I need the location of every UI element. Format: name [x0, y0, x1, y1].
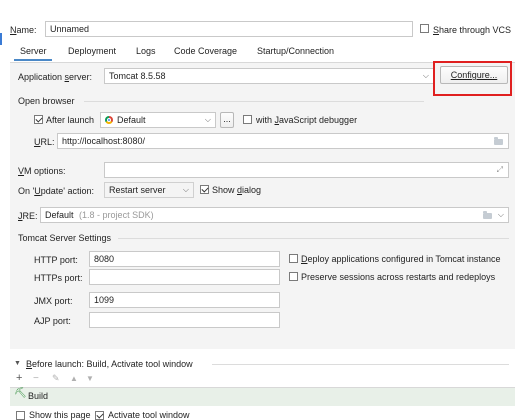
share-vcs-label: Share through VCS: [433, 25, 512, 35]
chrome-icon-center: [107, 118, 111, 122]
tab-code-coverage[interactable]: Code Coverage: [174, 46, 237, 56]
build-hammer-icon: ⛏: [14, 388, 27, 399]
show-page-label: Show this page: [29, 410, 91, 420]
after-launch-checkbox[interactable]: [34, 115, 43, 124]
chevron-down-icon: ⌵: [422, 71, 429, 80]
tab-logs[interactable]: Logs: [136, 46, 156, 56]
jmx-port-label: JMX port:: [34, 296, 73, 306]
before-launch-label[interactable]: Before launch: Build, Activate tool wind…: [26, 359, 193, 369]
before-launch-divider: [212, 364, 509, 365]
jmx-port-input[interactable]: 1099: [89, 292, 280, 308]
jre-label: JRE:: [18, 211, 38, 221]
app-server-select[interactable]: Tomcat 8.5.58 ⌵: [104, 68, 434, 84]
preserve-sessions-checkbox[interactable]: [289, 272, 298, 281]
ajp-port-label: AJP port:: [34, 316, 71, 326]
deploy-apps-checkbox[interactable]: [289, 254, 298, 263]
on-update-label: On 'Update' action:: [18, 186, 94, 196]
jre-value: Default: [45, 210, 74, 220]
https-port-label: HTTPs port:: [34, 273, 83, 283]
tab-server-underline: [14, 59, 52, 61]
name-label: Name:: [10, 25, 37, 35]
move-down-icon[interactable]: ▼: [86, 374, 94, 383]
app-server-label: Application server:: [18, 72, 93, 82]
configure-highlight-box: [433, 61, 512, 96]
jre-hint: (1.8 - project SDK): [79, 210, 154, 220]
tab-server[interactable]: Server: [20, 46, 47, 56]
vm-options-input[interactable]: ⤢: [104, 162, 509, 178]
add-icon[interactable]: +: [16, 372, 22, 384]
activate-tool-window-label: Activate tool window: [108, 410, 190, 420]
preserve-sessions-label: Preserve sessions across restarts and re…: [301, 272, 496, 282]
browser-more-button[interactable]: ...: [220, 112, 234, 128]
move-up-icon[interactable]: ▲: [70, 374, 78, 383]
tomcat-section-label: Tomcat Server Settings: [18, 233, 112, 243]
before-launch-list: [10, 387, 515, 406]
open-browser-divider: [84, 101, 424, 102]
tomcat-divider: [118, 238, 509, 239]
js-debugger-checkbox[interactable]: [243, 115, 252, 124]
collapse-triangle-icon[interactable]: ▼: [14, 360, 21, 367]
http-port-label: HTTP port:: [34, 255, 78, 265]
remove-icon[interactable]: −: [33, 373, 39, 384]
on-update-select[interactable]: Restart server ⌵: [104, 182, 194, 198]
show-dialog-label: Show dialog: [212, 185, 262, 195]
show-dialog-checkbox[interactable]: [200, 185, 209, 194]
url-label: URL:: [34, 137, 55, 147]
deploy-apps-label: Deploy applications configured in Tomcat…: [301, 254, 501, 264]
http-port-input[interactable]: 8080: [89, 251, 280, 267]
ajp-port-input[interactable]: [89, 312, 280, 328]
name-field[interactable]: Unnamed: [45, 21, 413, 37]
browser-value: Default: [117, 115, 146, 125]
share-vcs-checkbox[interactable]: [420, 24, 429, 33]
chevron-down-icon: ⌵: [497, 210, 504, 219]
on-update-value: Restart server: [109, 185, 166, 195]
open-browser-section-label: Open browser: [18, 96, 75, 106]
folder-icon[interactable]: [494, 137, 503, 145]
url-input[interactable]: http://localhost:8080/: [57, 133, 509, 149]
tab-startup-connection[interactable]: Startup/Connection: [257, 46, 334, 56]
chevron-down-icon: ⌵: [182, 185, 189, 194]
edit-icon[interactable]: ✎: [52, 373, 60, 384]
expand-icon[interactable]: ⤢: [497, 163, 503, 177]
chevron-down-icon: ⌵: [204, 115, 211, 124]
vm-options-label: VM options:: [18, 166, 66, 176]
app-server-value: Tomcat 8.5.58: [109, 71, 166, 81]
https-port-input[interactable]: [89, 269, 280, 285]
left-selection-marker: [0, 33, 2, 45]
jre-select[interactable]: Default (1.8 - project SDK) ⌵: [40, 207, 509, 223]
browser-select[interactable]: Default ⌵: [100, 112, 216, 128]
folder-icon[interactable]: [483, 211, 492, 219]
after-launch-label: After launch: [46, 115, 95, 125]
build-item-label[interactable]: Build: [28, 391, 48, 401]
tab-deployment[interactable]: Deployment: [68, 46, 116, 56]
js-debugger-label: with JavaScript debugger: [256, 115, 358, 125]
